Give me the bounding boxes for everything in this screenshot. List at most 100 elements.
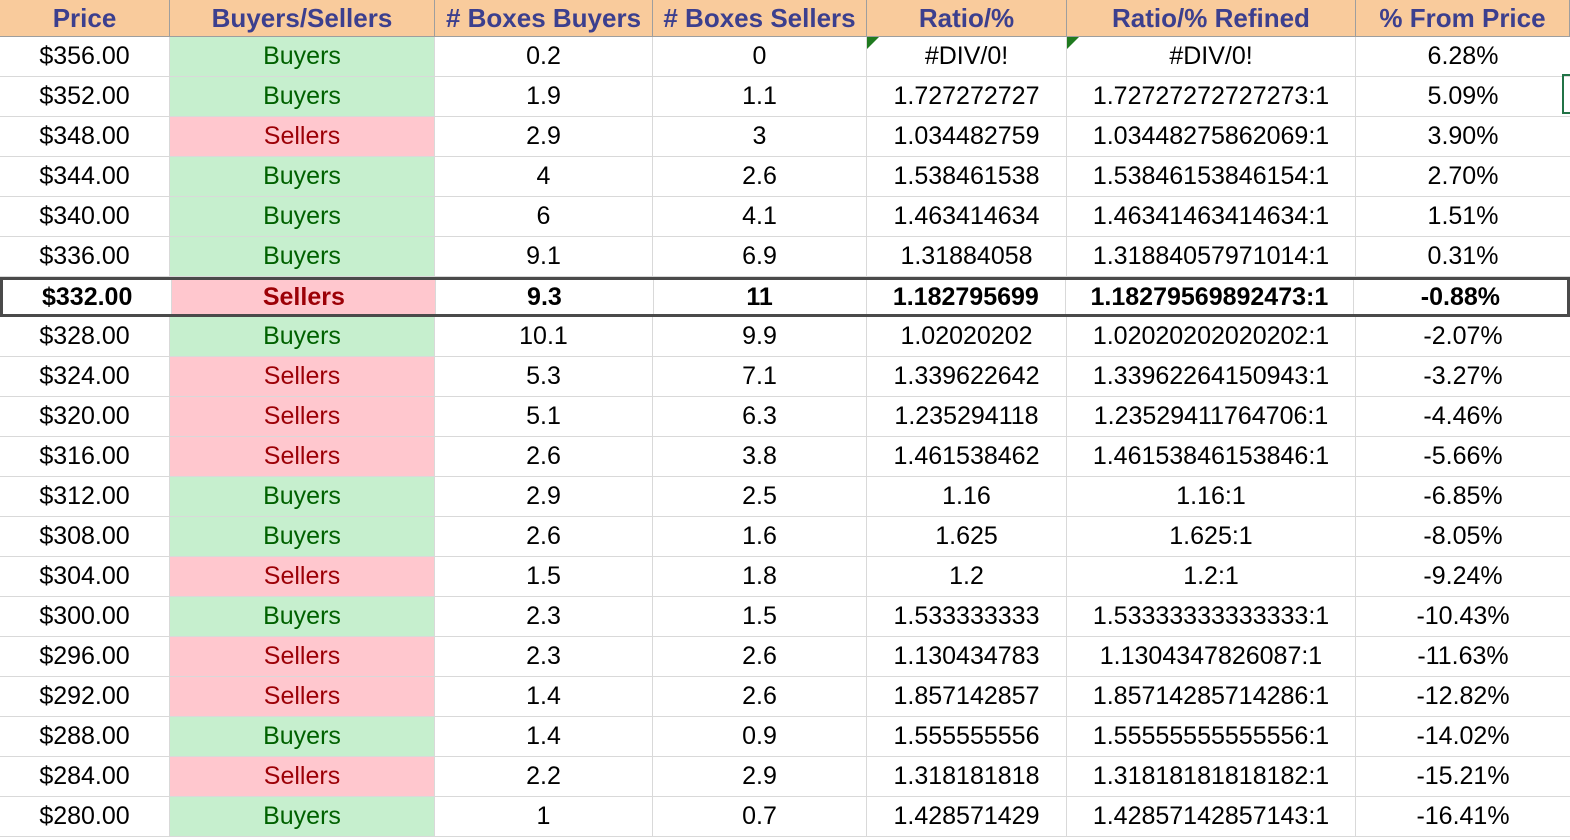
side-cell[interactable]: Buyers [170,477,435,516]
boxes-sellers-cell[interactable]: 1.1 [653,77,867,116]
boxes-buyers-cell[interactable]: 6 [435,197,653,236]
side-cell[interactable]: Buyers [170,77,435,116]
boxes-sellers-cell[interactable]: 2.6 [653,637,867,676]
side-cell[interactable]: Buyers [170,797,435,836]
header-price[interactable]: Price [0,0,170,36]
ratio-refined-cell[interactable]: 1.46341463414634:1 [1067,197,1356,236]
ratio-cell[interactable]: 1.857142857 [867,677,1067,716]
ratio-cell[interactable]: 1.727272727 [867,77,1067,116]
from-price-cell[interactable]: -11.63% [1356,637,1570,676]
ratio-refined-cell[interactable]: 1.33962264150943:1 [1067,357,1356,396]
boxes-sellers-cell[interactable]: 6.9 [653,237,867,276]
from-price-cell[interactable]: -4.46% [1356,397,1570,436]
price-cell[interactable]: $352.00 [0,77,170,116]
price-cell[interactable]: $332.00 [3,280,173,314]
boxes-buyers-cell[interactable]: 4 [435,157,653,196]
from-price-cell[interactable]: -5.66% [1356,437,1570,476]
ratio-cell[interactable]: 1.538461538 [867,157,1067,196]
from-price-cell[interactable]: -15.21% [1356,757,1570,796]
side-cell[interactable]: Buyers [170,517,435,556]
ratio-cell[interactable]: 1.461538462 [867,437,1067,476]
price-cell[interactable]: $308.00 [0,517,170,556]
boxes-buyers-cell[interactable]: 2.9 [435,477,653,516]
boxes-buyers-cell[interactable]: 2.2 [435,757,653,796]
side-cell[interactable]: Sellers [170,637,435,676]
ratio-refined-cell[interactable]: 1.03448275862069:1 [1067,117,1356,156]
ratio-refined-cell[interactable]: 1.31818181818182:1 [1067,757,1356,796]
side-cell[interactable]: Sellers [170,677,435,716]
boxes-sellers-cell[interactable]: 0 [653,37,867,76]
side-cell[interactable]: Sellers [170,117,435,156]
ratio-cell[interactable]: 1.034482759 [867,117,1067,156]
boxes-buyers-cell[interactable]: 2.6 [435,517,653,556]
boxes-buyers-cell[interactable]: 9.3 [436,280,654,314]
from-price-cell[interactable]: 3.90% [1356,117,1570,156]
ratio-refined-cell[interactable]: 1.2:1 [1067,557,1356,596]
boxes-sellers-cell[interactable]: 0.9 [653,717,867,756]
ratio-cell[interactable]: 1.2 [867,557,1067,596]
boxes-sellers-cell[interactable]: 1.5 [653,597,867,636]
side-cell[interactable]: Sellers [170,397,435,436]
boxes-sellers-cell[interactable]: 3 [653,117,867,156]
ratio-cell[interactable]: 1.02020202 [867,317,1067,356]
ratio-cell[interactable]: 1.182795699 [867,280,1066,314]
boxes-buyers-cell[interactable]: 5.3 [435,357,653,396]
boxes-buyers-cell[interactable]: 2.3 [435,597,653,636]
ratio-refined-cell[interactable]: 1.02020202020202:1 [1067,317,1356,356]
from-price-cell[interactable]: 1.51% [1356,197,1570,236]
price-cell[interactable]: $348.00 [0,117,170,156]
from-price-cell[interactable]: 5.09% [1356,77,1570,116]
side-cell[interactable]: Sellers [172,280,437,314]
boxes-sellers-cell[interactable]: 7.1 [653,357,867,396]
price-cell[interactable]: $296.00 [0,637,170,676]
ratio-refined-cell[interactable]: 1.18279569892473:1 [1066,280,1354,314]
boxes-sellers-cell[interactable]: 4.1 [653,197,867,236]
boxes-buyers-cell[interactable]: 1 [435,797,653,836]
boxes-sellers-cell[interactable]: 1.8 [653,557,867,596]
side-cell[interactable]: Buyers [170,37,435,76]
header-ratio-refined[interactable]: Ratio/% Refined [1067,0,1356,36]
boxes-buyers-cell[interactable]: 1.4 [435,717,653,756]
boxes-buyers-cell[interactable]: 0.2 [435,37,653,76]
ratio-cell[interactable]: 1.130434783 [867,637,1067,676]
ratio-cell[interactable]: 1.339622642 [867,357,1067,396]
ratio-cell[interactable]: 1.555555556 [867,717,1067,756]
header-buyers-sellers[interactable]: Buyers/Sellers [170,0,435,36]
ratio-refined-cell[interactable]: 1.55555555555556:1 [1067,717,1356,756]
boxes-sellers-cell[interactable]: 1.6 [653,517,867,556]
ratio-refined-cell[interactable]: 1.72727272727273:1 [1067,77,1356,116]
side-cell[interactable]: Buyers [170,317,435,356]
side-cell[interactable]: Sellers [170,357,435,396]
boxes-sellers-cell[interactable]: 6.3 [653,397,867,436]
ratio-refined-cell[interactable]: 1.1304347826087:1 [1067,637,1356,676]
boxes-buyers-cell[interactable]: 5.1 [435,397,653,436]
boxes-sellers-cell[interactable]: 3.8 [653,437,867,476]
boxes-buyers-cell[interactable]: 1.4 [435,677,653,716]
boxes-sellers-cell[interactable]: 11 [654,280,867,314]
side-cell[interactable]: Buyers [170,197,435,236]
ratio-refined-cell[interactable]: 1.46153846153846:1 [1067,437,1356,476]
side-cell[interactable]: Buyers [170,717,435,756]
side-cell[interactable]: Sellers [170,437,435,476]
ratio-refined-cell[interactable]: 1.23529411764706:1 [1067,397,1356,436]
boxes-buyers-cell[interactable]: 2.3 [435,637,653,676]
boxes-buyers-cell[interactable]: 1.9 [435,77,653,116]
ratio-cell[interactable]: 1.318181818 [867,757,1067,796]
price-cell[interactable]: $356.00 [0,37,170,76]
from-price-cell[interactable]: -3.27% [1356,357,1570,396]
ratio-cell[interactable]: 1.16 [867,477,1067,516]
header-ratio[interactable]: Ratio/% [867,0,1067,36]
from-price-cell[interactable]: -8.05% [1356,517,1570,556]
side-cell[interactable]: Buyers [170,157,435,196]
price-cell[interactable]: $336.00 [0,237,170,276]
price-cell[interactable]: $280.00 [0,797,170,836]
boxes-sellers-cell[interactable]: 9.9 [653,317,867,356]
boxes-buyers-cell[interactable]: 1.5 [435,557,653,596]
price-cell[interactable]: $328.00 [0,317,170,356]
price-cell[interactable]: $304.00 [0,557,170,596]
ratio-cell[interactable]: 1.31884058 [867,237,1067,276]
ratio-cell[interactable]: 1.533333333 [867,597,1067,636]
price-cell[interactable]: $340.00 [0,197,170,236]
from-price-cell[interactable]: -0.88% [1354,280,1567,314]
price-cell[interactable]: $316.00 [0,437,170,476]
